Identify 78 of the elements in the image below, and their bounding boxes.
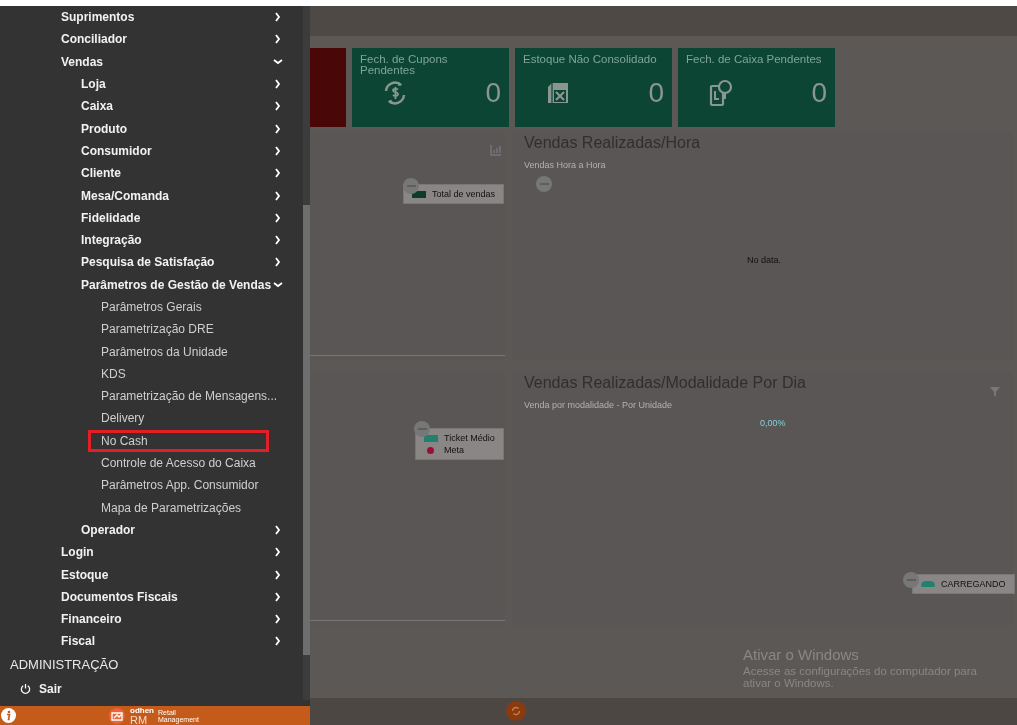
menu-item[interactable]: Parâmetros App. Consumidor [101,474,303,497]
scrollbar-thumb[interactable] [303,205,310,655]
menu-item[interactable]: No Cash [88,429,269,452]
chevron-right-icon [273,257,283,268]
menu-item[interactable]: Fiscal [61,630,303,653]
menu-item[interactable]: Loja [81,72,303,96]
menu-item[interactable]: Financeiro [61,608,303,631]
menu-item[interactable]: Produto [81,117,303,140]
menu-item[interactable]: Mapa de Parametrizações [101,496,303,519]
menu-item[interactable]: Parâmetros da Unidade [101,340,303,363]
legend-label: CARREGANDO [941,579,1006,589]
refresh-button[interactable] [505,701,526,721]
brand-name: odhen [130,706,154,715]
chevron-right-icon [273,190,283,201]
menu-item[interactable]: Parametrização DRE [101,318,303,341]
menu-item[interactable]: Documentos Fiscais [61,585,303,608]
card-title: Fech. de Cupons Pendentes [360,54,449,78]
menu-item[interactable]: Estoque [61,563,303,586]
panel-subtitle: Vendas Hora a Hora [524,160,607,170]
no-data-message: No data. [747,255,782,265]
chevron-right-icon [273,12,283,23]
collapse-button[interactable] [903,572,919,588]
bar-chart-icon [490,144,502,156]
card-title: Estoque Não Consolidado [523,54,658,67]
chevron-right-icon [273,636,283,647]
menu-item[interactable]: Conciliador [61,28,303,51]
legend-label: Ticket Médio [444,433,495,443]
menu-item[interactable]: Pesquisa de Satisfação [81,251,303,274]
menu-item[interactable]: Integração [81,228,303,252]
menu-item[interactable]: Delivery [101,407,303,430]
refresh-icon [509,705,522,717]
percent-label: 0,00% [760,418,786,428]
chevron-right-icon [273,34,283,45]
chevron-right-icon [273,614,283,625]
legend-label: Meta [444,445,464,455]
menu-item[interactable]: Cliente [81,162,303,185]
filter-icon [989,386,1001,398]
chevron-right-icon [273,235,283,246]
menu-item[interactable]: Parâmetros Gerais [101,295,303,319]
brand-letters: RM [130,714,149,725]
menu-item[interactable]: Caixa [81,95,303,118]
menu-item[interactable]: Vendas [61,50,303,73]
menu-item[interactable]: Mesa/Comanda [81,184,303,207]
collapse-button[interactable] [403,178,419,194]
menu-item[interactable]: Parâmetros de Gestão de Vendas [81,273,303,296]
chevron-right-icon [273,168,283,179]
info-icon[interactable] [1,708,16,723]
collapse-button[interactable] [414,421,430,437]
section-heading: ADMINISTRAÇÃO [9,655,120,674]
menu-item[interactable]: Controle de Acesso do Caixa [101,451,303,475]
chevron-down-icon [273,279,283,290]
logout-link[interactable]: Sair [0,674,80,699]
menu-item[interactable]: Operador [81,518,303,542]
card-title: Fech. de Caixa Pendentes [686,54,823,67]
card-value: 0 [811,78,827,108]
chevron-down-icon [273,56,283,67]
chevron-right-icon [273,524,283,535]
menu-item[interactable]: Parametrização de Mensagens... [101,385,303,408]
chevron-right-icon [273,79,283,90]
chevron-right-icon [273,569,283,580]
chevron-right-icon [273,591,283,602]
menu-item[interactable]: Suprimentos [61,6,303,29]
chevron-right-icon [273,212,283,223]
menu-item[interactable]: Fidelidade [81,206,303,229]
power-icon [20,683,31,695]
logo-icon [108,707,126,724]
panel-subtitle: Venda por modalidade - Por Unidade [524,400,674,410]
menu-item[interactable]: KDS [101,362,303,386]
chevron-right-icon [273,101,283,112]
chevron-right-icon [273,547,283,558]
legend-label: Total de vendas [432,189,496,199]
menu-item[interactable]: Consumidor [81,139,303,163]
card-value: 0 [485,78,501,108]
chevron-right-icon [273,145,283,156]
menu-item[interactable]: Login [61,541,303,564]
chevron-right-icon [273,123,283,134]
collapse-button[interactable] [536,176,552,192]
card-value: 0 [648,78,664,108]
